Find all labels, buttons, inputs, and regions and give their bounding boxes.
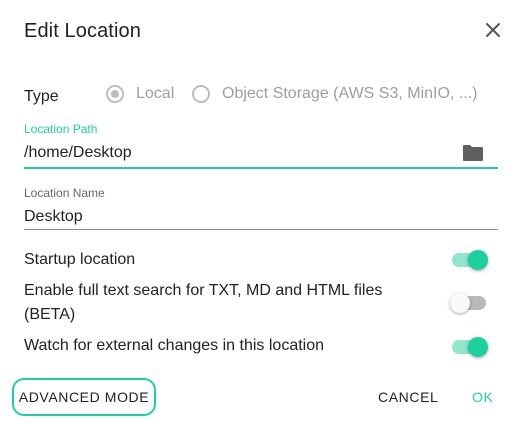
radio-local[interactable]: Local — [106, 82, 174, 106]
ok-button[interactable]: OK — [472, 389, 493, 405]
toggle-thumb — [468, 337, 488, 357]
type-selector: Type Local Object Storage (AWS S3, MinIO… — [24, 80, 504, 108]
radio-local-label: Local — [136, 85, 175, 102]
folder-icon[interactable] — [462, 144, 484, 162]
location-path-field[interactable]: Location Path /home/Desktop — [24, 122, 498, 170]
toggle-thumb — [468, 250, 488, 270]
dialog-title: Edit Location — [24, 20, 141, 42]
full-text-search-row: Enable full text search for TXT, MD and … — [24, 279, 434, 327]
radio-object-storage-label: Object Storage (AWS S3, MinIO, ...) — [222, 85, 478, 102]
full-text-search-label: Enable full text search for TXT, MD and … — [24, 282, 383, 323]
location-name-field[interactable]: Location Name Desktop — [24, 186, 498, 232]
watch-changes-label: Watch for external changes in this locat… — [24, 337, 325, 354]
advanced-mode-button[interactable]: ADVANCED MODE — [12, 378, 156, 416]
startup-location-row: Startup location — [24, 248, 494, 272]
startup-location-label: Startup location — [24, 251, 136, 268]
location-name-label: Location Name — [24, 186, 105, 200]
radio-checked-icon — [106, 85, 124, 103]
type-label: Type — [24, 88, 59, 105]
location-path-input[interactable]: /home/Desktop — [24, 144, 498, 162]
location-path-label: Location Path — [24, 122, 98, 136]
startup-location-toggle[interactable] — [450, 248, 488, 272]
watch-changes-toggle[interactable] — [450, 335, 488, 359]
full-text-search-toggle[interactable] — [450, 291, 488, 315]
close-icon[interactable] — [481, 18, 505, 42]
toggle-thumb — [450, 293, 470, 313]
cancel-button[interactable]: CANCEL — [378, 389, 438, 405]
location-path-underline — [24, 167, 498, 169]
location-name-input[interactable]: Desktop — [24, 208, 498, 226]
edit-location-dialog: Edit Location Type Local Object Storage … — [0, 0, 520, 423]
watch-changes-row: Watch for external changes in this locat… — [24, 334, 494, 358]
radio-unchecked-icon — [192, 85, 210, 103]
location-name-underline — [24, 229, 498, 230]
radio-object-storage[interactable]: Object Storage (AWS S3, MinIO, ...) — [192, 82, 477, 106]
